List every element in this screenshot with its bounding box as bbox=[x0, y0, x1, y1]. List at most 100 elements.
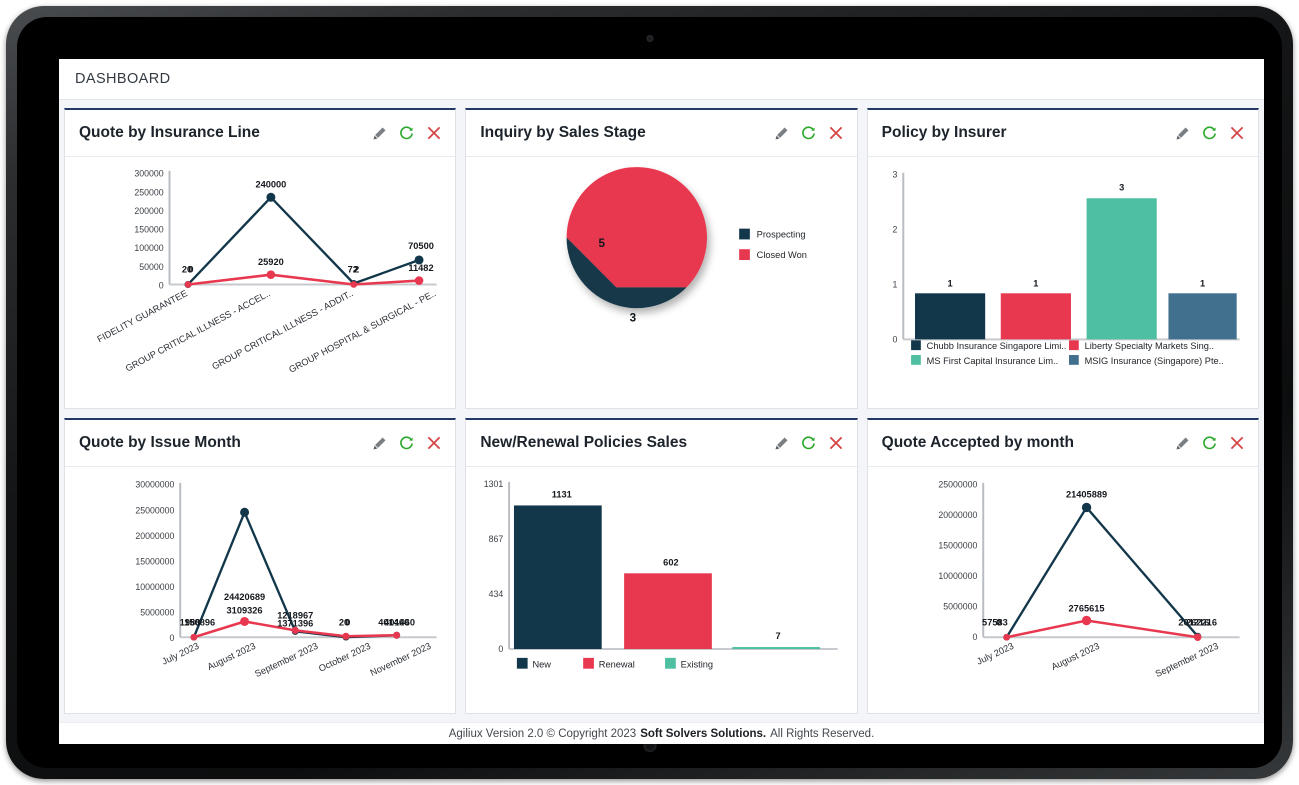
dashboard-row-1: Quote by Insurance Line 300000 250000 20… bbox=[64, 108, 1259, 409]
svg-text:3: 3 bbox=[1119, 182, 1124, 192]
widget-header: Quote by Insurance Line bbox=[65, 110, 456, 157]
svg-text:November 2023: November 2023 bbox=[369, 641, 433, 678]
svg-text:Existing: Existing bbox=[681, 660, 713, 670]
svg-text:0: 0 bbox=[188, 265, 193, 275]
widget-chart-area: 30000000 25000000 20000000 15000000 1000… bbox=[65, 467, 455, 713]
bar-chart-policy-by-insurer: 3 2 1 0 1 1 3 1 Chubb Insurance Singapor… bbox=[892, 170, 1240, 366]
svg-text:1301: 1301 bbox=[484, 479, 504, 489]
refresh-icon[interactable] bbox=[801, 435, 816, 451]
close-icon[interactable] bbox=[1229, 125, 1245, 141]
bar-legend: Chubb Insurance Singapore Limi.. Liberty… bbox=[910, 340, 1223, 366]
svg-text:July 2023: July 2023 bbox=[975, 641, 1015, 667]
pie-label-closed-won: 5 bbox=[599, 237, 606, 250]
footer-version-text: Agiliux Version 2.0 © Copyright 2023 bbox=[448, 727, 637, 740]
refresh-icon[interactable] bbox=[801, 125, 816, 141]
svg-text:57583: 57583 bbox=[982, 617, 1008, 627]
page-title: DASHBOARD bbox=[75, 71, 171, 87]
svg-text:5000000: 5000000 bbox=[140, 608, 174, 618]
app-screen: DASHBOARD Quote by Insurance Line 300000… bbox=[59, 59, 1264, 744]
x-axis-labels: July 2023 August 2023 September 2023 bbox=[975, 641, 1220, 679]
close-icon[interactable] bbox=[1229, 435, 1245, 451]
widget-chart-area: 3 2 1 0 1 1 3 1 Chubb Insurance Singapor… bbox=[868, 157, 1258, 408]
svg-text:2: 2 bbox=[892, 225, 897, 235]
line-chart-quote-accepted: 25000000 20000000 15000000 10000000 5000… bbox=[938, 480, 1240, 679]
svg-text:602: 602 bbox=[664, 557, 679, 567]
bar-legend: New Renewal Existing bbox=[517, 657, 713, 670]
pie-label-prospecting: 3 bbox=[630, 312, 637, 325]
svg-text:August 2023: August 2023 bbox=[206, 641, 257, 672]
close-icon[interactable] bbox=[828, 125, 844, 141]
svg-text:October 2023: October 2023 bbox=[317, 641, 372, 674]
svg-text:2765615: 2765615 bbox=[1068, 604, 1104, 614]
widget-toolbar bbox=[774, 125, 844, 141]
widget-header: Quote by Issue Month bbox=[65, 420, 456, 467]
widget-toolbar bbox=[1175, 125, 1245, 141]
svg-text:867: 867 bbox=[489, 534, 504, 544]
close-icon[interactable] bbox=[828, 435, 844, 451]
svg-text:25920: 25920 bbox=[258, 257, 284, 267]
line-chart-insurance-line: 300000 250000 200000 150000 100000 50000… bbox=[96, 169, 438, 375]
refresh-icon[interactable] bbox=[1202, 125, 1217, 141]
svg-text:0: 0 bbox=[159, 280, 164, 290]
svg-text:0: 0 bbox=[345, 617, 350, 627]
edit-icon[interactable] bbox=[774, 126, 789, 141]
svg-text:15000000: 15000000 bbox=[135, 556, 174, 566]
svg-text:1: 1 bbox=[1200, 278, 1205, 288]
svg-text:150000: 150000 bbox=[134, 225, 163, 235]
pie-slices bbox=[566, 167, 708, 309]
widget-quote-by-issue-month: Quote by Issue Month 30000000 25000000 2… bbox=[64, 418, 457, 714]
svg-text:September 2023: September 2023 bbox=[1153, 641, 1219, 679]
svg-text:15000000: 15000000 bbox=[938, 541, 977, 551]
widget-header: New/Renewal Policies Sales bbox=[466, 420, 857, 467]
widget-toolbar bbox=[372, 125, 442, 141]
widget-title: Quote Accepted by month bbox=[881, 434, 1074, 451]
svg-text:FIDELITY GUARANTEE: FIDELITY GUARANTEE bbox=[96, 288, 189, 344]
widget-toolbar bbox=[774, 435, 844, 451]
svg-text:Prospecting: Prospecting bbox=[757, 229, 806, 239]
svg-text:401460: 401460 bbox=[384, 617, 415, 627]
svg-text:3: 3 bbox=[892, 170, 897, 180]
x-axis-labels: FIDELITY GUARANTEE GROUP CRITICAL ILLNES… bbox=[96, 288, 438, 375]
bars bbox=[514, 505, 821, 650]
edit-icon[interactable] bbox=[1175, 126, 1190, 141]
close-icon[interactable] bbox=[426, 435, 442, 451]
edit-icon[interactable] bbox=[774, 436, 789, 451]
svg-text:September 2023: September 2023 bbox=[253, 641, 319, 679]
svg-text:3109326: 3109326 bbox=[227, 606, 263, 616]
svg-text:July 2023: July 2023 bbox=[160, 641, 200, 667]
widget-chart-area: 300000 250000 200000 150000 100000 50000… bbox=[65, 157, 455, 408]
widget-title: New/Renewal Policies Sales bbox=[480, 434, 688, 451]
widget-header: Quote Accepted by month bbox=[867, 420, 1258, 467]
svg-text:150896: 150896 bbox=[184, 617, 215, 627]
edit-icon[interactable] bbox=[1175, 436, 1190, 451]
svg-text:7: 7 bbox=[776, 631, 781, 641]
svg-text:New: New bbox=[533, 660, 552, 670]
widget-inquiry-by-sales-stage: Inquiry by Sales Stage 5 3 Prospecting C… bbox=[465, 108, 858, 409]
svg-text:10000000: 10000000 bbox=[135, 582, 174, 592]
widget-title: Inquiry by Sales Stage bbox=[480, 124, 646, 141]
svg-text:August 2023: August 2023 bbox=[1049, 641, 1100, 672]
pie-chart-sales-stage: 5 3 Prospecting Closed Won bbox=[566, 167, 807, 325]
refresh-icon[interactable] bbox=[399, 435, 414, 451]
edit-icon[interactable] bbox=[372, 436, 387, 451]
svg-text:25000000: 25000000 bbox=[938, 480, 977, 490]
refresh-icon[interactable] bbox=[1202, 435, 1217, 451]
close-icon[interactable] bbox=[426, 125, 442, 141]
refresh-icon[interactable] bbox=[399, 125, 414, 141]
svg-text:GROUP CRITICAL ILLNESS - ADDIT: GROUP CRITICAL ILLNESS - ADDIT.. bbox=[210, 288, 354, 371]
widget-title: Quote by Issue Month bbox=[79, 434, 241, 451]
edit-icon[interactable] bbox=[372, 126, 387, 141]
dashboard-row-2: Quote by Issue Month 30000000 25000000 2… bbox=[64, 418, 1259, 714]
svg-text:Closed Won: Closed Won bbox=[757, 250, 807, 260]
widget-title: Policy by Insurer bbox=[881, 124, 1007, 141]
widget-toolbar bbox=[1175, 435, 1245, 451]
svg-text:MSIG Insurance (Singapore) Pte: MSIG Insurance (Singapore) Pte.. bbox=[1084, 356, 1223, 366]
svg-text:MS First Capital Insurance Lim: MS First Capital Insurance Lim.. bbox=[926, 356, 1057, 366]
footer-rights-text: All Rights Reserved. bbox=[770, 727, 875, 740]
svg-text:30000000: 30000000 bbox=[135, 480, 174, 490]
line-chart-quote-issue-month: 30000000 25000000 20000000 15000000 1000… bbox=[135, 480, 437, 679]
app-footer: Agiliux Version 2.0 © Copyright 2023 Sof… bbox=[59, 722, 1264, 744]
svg-text:2: 2 bbox=[354, 265, 359, 275]
svg-text:200000: 200000 bbox=[134, 206, 163, 216]
svg-text:GROUP HOSPITAL & SURGICAL - PE: GROUP HOSPITAL & SURGICAL - PE.. bbox=[287, 288, 437, 375]
